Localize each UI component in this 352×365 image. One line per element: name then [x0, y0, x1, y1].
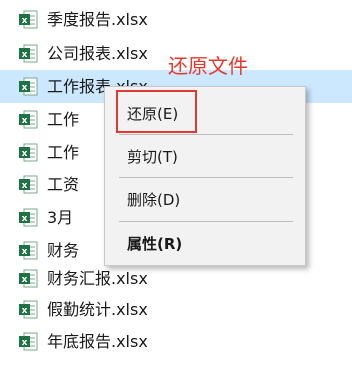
- menu-separator: [119, 134, 293, 135]
- file-name: 工作: [47, 143, 80, 162]
- menu-separator: [119, 177, 293, 178]
- file-name: 工资: [47, 175, 80, 194]
- menu-item-delete[interactable]: 删除(D): [127, 186, 180, 214]
- svg-text:x: x: [22, 149, 28, 159]
- file-name: 假勤统计.xlsx: [47, 300, 148, 319]
- file-row-年底报告[interactable]: x 年底报告.xlsx: [0, 325, 352, 358]
- file-row-季度报告[interactable]: x 季度报告.xlsx: [0, 3, 352, 36]
- excel-icon: x: [19, 332, 38, 351]
- file-name: 3月: [47, 208, 74, 227]
- file-row-假勤统计[interactable]: x 假勤统计.xlsx: [0, 293, 352, 326]
- svg-text:x: x: [22, 214, 28, 224]
- svg-text:x: x: [22, 275, 28, 285]
- excel-icon: x: [19, 269, 38, 288]
- svg-text:x: x: [22, 338, 28, 348]
- svg-text:x: x: [22, 116, 28, 126]
- excel-icon: x: [19, 300, 38, 319]
- excel-icon: x: [19, 175, 38, 194]
- svg-text:x: x: [22, 50, 28, 60]
- excel-icon: x: [19, 10, 38, 29]
- excel-icon: x: [19, 44, 38, 63]
- excel-icon: x: [19, 208, 38, 227]
- file-name: 财务汇报.xlsx: [47, 269, 148, 288]
- svg-text:x: x: [22, 16, 28, 26]
- file-row-财务汇报[interactable]: x 财务汇报.xlsx: [0, 262, 352, 295]
- menu-item-cut[interactable]: 剪切(T): [127, 143, 178, 171]
- menu-separator: [119, 221, 293, 222]
- file-name: 公司报表.xlsx: [47, 44, 148, 63]
- excel-icon: x: [19, 143, 38, 162]
- file-name: 季度报告.xlsx: [47, 10, 148, 29]
- menu-item-properties[interactable]: 属性(R): [127, 230, 182, 258]
- annotation-restore-file: 还原文件: [168, 54, 248, 78]
- file-name: 年底报告.xlsx: [47, 332, 148, 351]
- svg-text:x: x: [22, 181, 28, 191]
- excel-icon: x: [19, 241, 38, 260]
- svg-text:x: x: [22, 83, 28, 93]
- excel-icon: x: [19, 110, 38, 129]
- restore-highlight-box: [116, 90, 197, 133]
- excel-icon: x: [19, 77, 38, 96]
- svg-text:x: x: [22, 247, 28, 257]
- svg-text:x: x: [22, 306, 28, 316]
- file-name: 工作: [47, 110, 80, 129]
